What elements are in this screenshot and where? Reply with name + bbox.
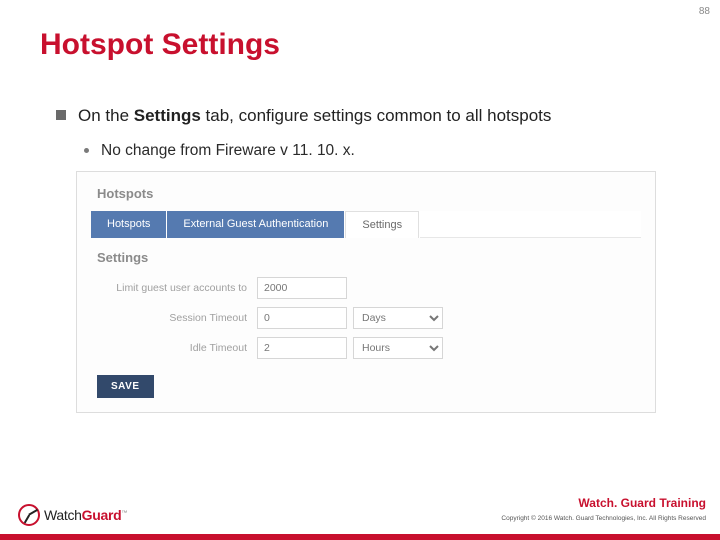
page-number: 88 bbox=[699, 6, 710, 17]
session-unit-select[interactable]: Days bbox=[353, 307, 443, 329]
tab-bar: Hotspots External Guest Authentication S… bbox=[91, 211, 641, 238]
tab-external-guest-auth[interactable]: External Guest Authentication bbox=[167, 211, 344, 238]
bullet-prefix: On the bbox=[78, 106, 134, 125]
tab-settings[interactable]: Settings bbox=[345, 211, 419, 238]
bullet-strong: Settings bbox=[134, 106, 201, 125]
logo-part-1: Watch bbox=[44, 507, 82, 523]
session-input[interactable] bbox=[257, 307, 347, 329]
logo-text: WatchGuard™ bbox=[44, 507, 127, 523]
row-idle-timeout: Idle Timeout Hours bbox=[107, 337, 641, 359]
clock-logo-icon bbox=[18, 504, 40, 526]
page-title: Hotspot Settings bbox=[40, 28, 280, 62]
tab-hotspots[interactable]: Hotspots bbox=[91, 211, 166, 238]
row-session-timeout: Session Timeout Days bbox=[107, 307, 641, 329]
watchguard-logo: WatchGuard™ bbox=[18, 504, 127, 526]
logo-part-2: Guard bbox=[82, 507, 122, 523]
embedded-screenshot: Hotspots Hotspots External Guest Authent… bbox=[76, 171, 656, 413]
dot-bullet-icon bbox=[84, 148, 89, 153]
limit-label: Limit guest user accounts to bbox=[107, 282, 257, 294]
bullet-suffix: tab, configure settings common to all ho… bbox=[201, 106, 552, 125]
tab-filler bbox=[420, 211, 641, 238]
accent-bar bbox=[0, 534, 720, 540]
sub-bullet-text: No change from Fireware v 11. 10. x. bbox=[101, 140, 355, 162]
row-limit-accounts: Limit guest user accounts to bbox=[107, 277, 641, 299]
copyright-text: Copyright © 2016 Watch. Guard Technologi… bbox=[501, 515, 706, 522]
bullet-level-1: On the Settings tab, configure settings … bbox=[56, 104, 680, 128]
idle-unit-select[interactable]: Hours bbox=[353, 337, 443, 359]
breadcrumb: Hotspots bbox=[97, 186, 641, 201]
session-label: Session Timeout bbox=[107, 312, 257, 324]
slide-body: On the Settings tab, configure settings … bbox=[56, 104, 680, 413]
limit-input[interactable] bbox=[257, 277, 347, 299]
idle-label: Idle Timeout bbox=[107, 342, 257, 354]
save-button[interactable]: SAVE bbox=[97, 375, 154, 398]
trademark-icon: ™ bbox=[121, 510, 127, 516]
bullet-level-2: No change from Fireware v 11. 10. x. bbox=[84, 140, 680, 162]
training-label: Watch. Guard Training bbox=[578, 496, 706, 510]
bullet-text: On the Settings tab, configure settings … bbox=[78, 104, 551, 128]
idle-input[interactable] bbox=[257, 337, 347, 359]
section-heading: Settings bbox=[97, 250, 641, 265]
square-bullet-icon bbox=[56, 110, 66, 120]
